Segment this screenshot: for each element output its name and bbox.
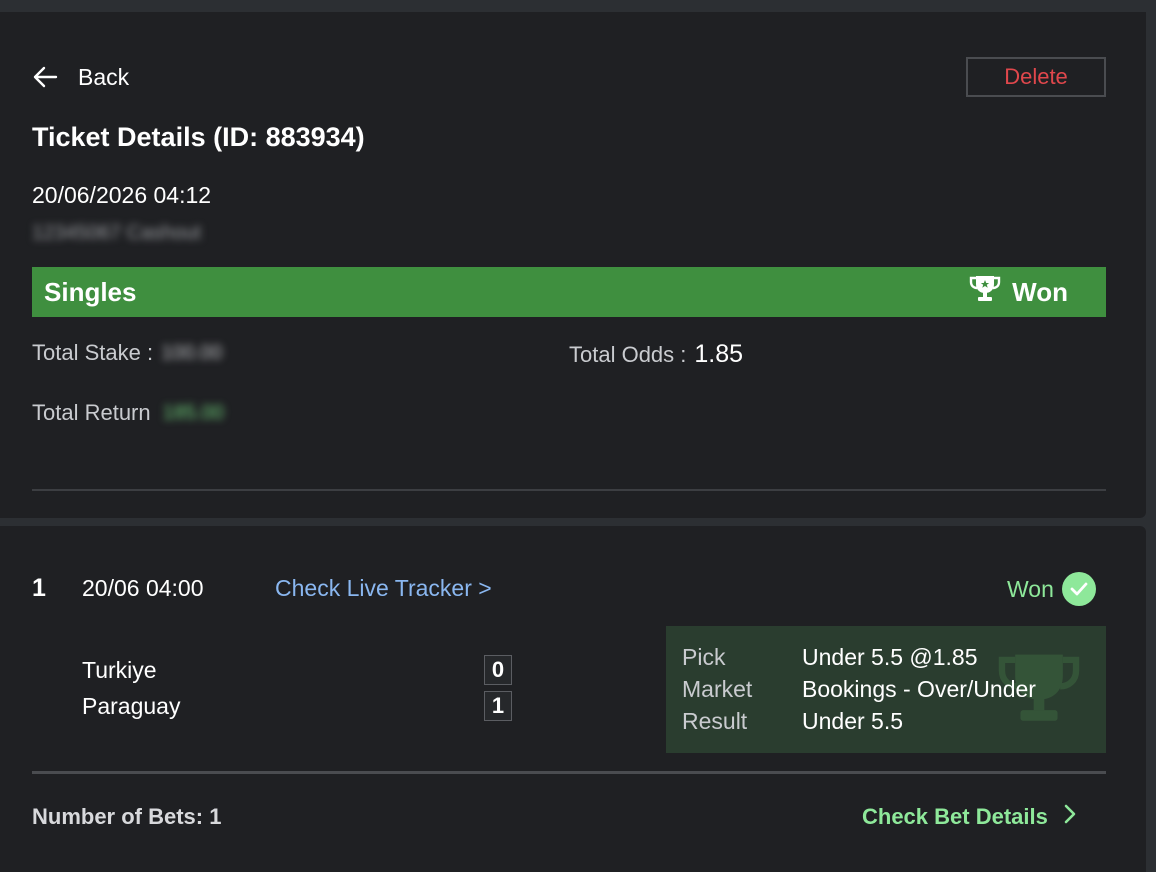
total-return-row: Total Return 185.00 [32, 400, 224, 426]
result-row: Result Under 5.5 [682, 708, 903, 735]
page-title: Ticket Details (ID: 883934) [32, 122, 365, 152]
away-team: Paraguay [82, 693, 181, 719]
divider [32, 489, 1106, 491]
total-odds-label: Total Odds : [569, 341, 687, 367]
ticket-status: Won [968, 274, 1068, 311]
total-stake-value: 100.00 [161, 341, 223, 364]
market-value: Bookings - Over/Under [802, 676, 1036, 702]
bet-index: 1 [32, 574, 46, 602]
result-label: Result [682, 708, 748, 734]
ticket-datetime: 20/06/2026 04:12 [32, 182, 212, 208]
bet-type-label: Singles [44, 276, 137, 307]
trophy-icon [968, 274, 1002, 311]
ticket-status-bar: Singles Won [32, 267, 1106, 317]
number-of-bets: Number of Bets: 1 [32, 804, 222, 829]
pick-value: Under 5.5 @1.85 [802, 644, 978, 670]
ticket-subtext-blurred: 12345067 Cashout [32, 222, 202, 244]
delete-button[interactable]: Delete [966, 57, 1106, 97]
chevron-right-icon [1064, 804, 1076, 830]
bet-status: Won [1007, 572, 1096, 606]
back-arrow-icon [32, 65, 58, 89]
total-odds-value: 1.85 [694, 340, 744, 368]
away-score: 1 [484, 691, 512, 721]
total-return-value: 185.00 [162, 401, 224, 424]
check-circle-icon [1061, 572, 1096, 606]
back-label: Back [78, 63, 130, 90]
back-button[interactable]: Back [32, 62, 129, 92]
total-stake-row: Total Stake : 100.00 [32, 340, 222, 366]
check-bet-details-label: Check Bet Details [862, 804, 1048, 829]
check-live-tracker-link[interactable]: Check Live Tracker > [275, 575, 492, 602]
home-score: 0 [484, 655, 512, 685]
bet-status-label: Won [1007, 575, 1054, 602]
market-label: Market [682, 676, 753, 702]
bet-time: 20/06 04:00 [82, 575, 204, 601]
home-team: Turkiye [82, 657, 157, 683]
pick-label: Pick [682, 644, 726, 670]
ticket-status-label: Won [1012, 276, 1068, 307]
market-row: Market Bookings - Over/Under [682, 676, 1036, 703]
total-odds-row: Total Odds : 1.85 [569, 340, 743, 369]
result-value: Under 5.5 [802, 708, 904, 734]
total-return-label: Total Return [32, 400, 151, 425]
divider [32, 771, 1106, 774]
total-stake-label: Total Stake : [32, 340, 154, 365]
pick-row: Pick Under 5.5 @1.85 [682, 644, 978, 671]
pick-details-box: Pick Under 5.5 @1.85 Market Bookings - O… [666, 626, 1106, 753]
check-bet-details-button[interactable]: Check Bet Details [862, 804, 1076, 830]
